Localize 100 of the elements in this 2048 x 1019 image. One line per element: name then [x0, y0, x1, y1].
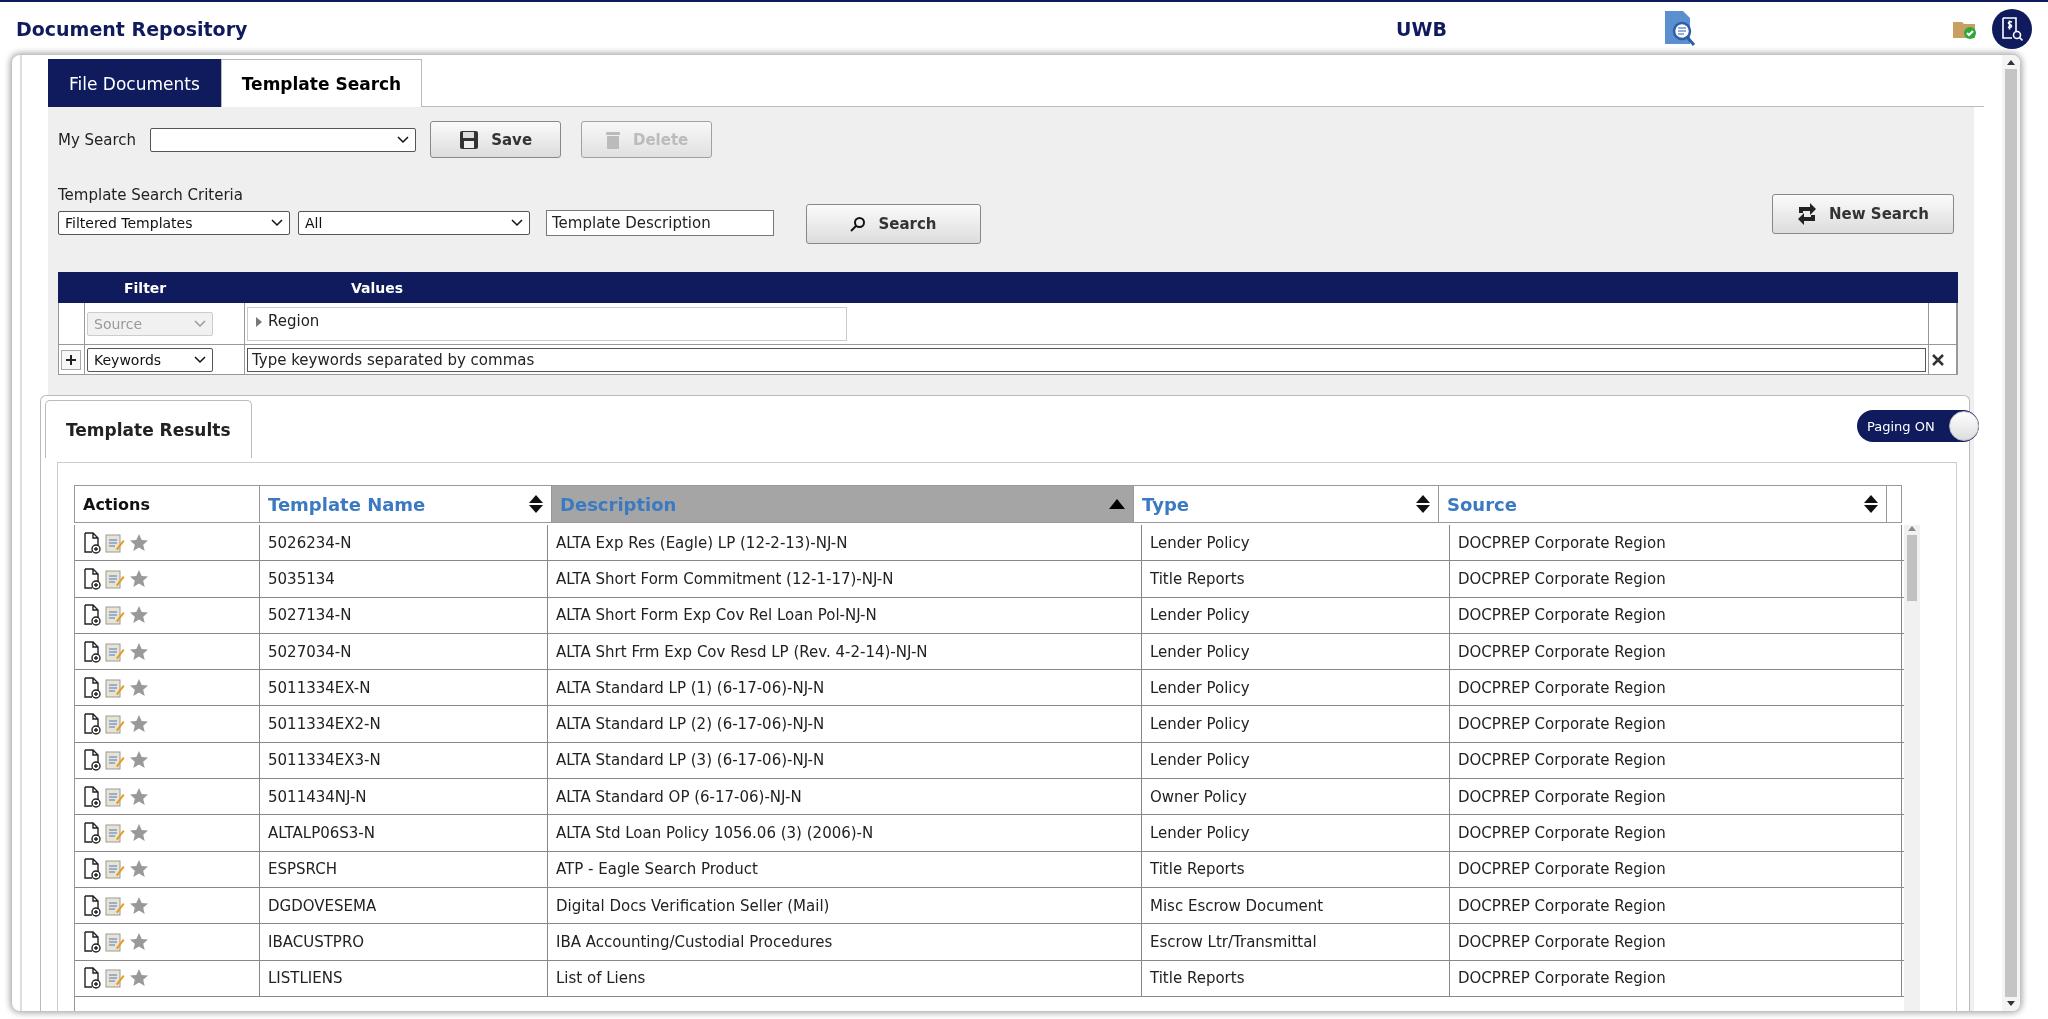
expand-icon	[256, 316, 262, 327]
table-cell: DOCPREP Corporate Region	[1450, 670, 1902, 706]
table-cell: DOCPREP Corporate Region	[1450, 815, 1902, 851]
table-cell: DOCPREP Corporate Region	[1450, 597, 1902, 633]
column-header: Filter	[124, 279, 168, 296]
star-icon[interactable]	[129, 677, 149, 698]
add-document-icon[interactable]	[83, 967, 101, 990]
scrollbar[interactable]	[1904, 525, 1920, 1011]
add-document-icon[interactable]	[83, 749, 101, 772]
keywords-field[interactable]: Type keywords separated by commas	[247, 347, 1926, 372]
sort-icon[interactable]	[529, 495, 543, 513]
star-icon[interactable]	[129, 859, 149, 880]
add-document-icon[interactable]	[83, 567, 101, 590]
star-icon[interactable]	[129, 641, 149, 662]
tab[interactable]: File Documents	[48, 59, 221, 107]
star-icon[interactable]	[129, 823, 149, 843]
sort-icon[interactable]	[1864, 495, 1878, 513]
table-cell: 5027034-N	[260, 633, 548, 670]
close-icon[interactable]	[1931, 352, 1945, 367]
trash-can-icon	[604, 129, 621, 150]
table-cell: ALTALP06S3-N	[260, 815, 548, 851]
add-document-icon[interactable]	[83, 713, 101, 736]
user-avatar[interactable]	[1992, 8, 2032, 49]
table-cell: DGDOVESEMA	[260, 887, 548, 924]
table-cell: IBACUSTPRO	[260, 924, 548, 960]
table-cell: Title Reports	[1142, 960, 1450, 996]
star-icon[interactable]	[129, 532, 149, 553]
table-cell: ALTA Std Loan Policy 1056.06 (3) (2006)-N	[548, 815, 1142, 851]
star-icon[interactable]	[129, 786, 149, 807]
table-cell: 5011334EX2-N	[260, 706, 548, 742]
star-icon[interactable]	[129, 968, 149, 989]
add-document-icon[interactable]	[83, 785, 101, 808]
table-cell: DOCPREP Corporate Region	[1450, 960, 1902, 996]
star-icon[interactable]	[129, 605, 149, 626]
add-document-icon[interactable]	[83, 894, 101, 917]
plus-icon	[66, 354, 76, 365]
table-cell: ALTA Standard LP (1) (6-17-06)-NJ-N	[548, 670, 1142, 706]
scroll-thumb[interactable]	[2005, 69, 2017, 997]
table-cell: DOCPREP Corporate Region	[1450, 887, 1902, 924]
chevron-down-icon	[194, 319, 206, 328]
my-search-label: My Search	[58, 130, 137, 149]
criteria-select[interactable]: Filtered Templates	[58, 211, 290, 235]
table-cell: ALTA Standard LP (2) (6-17-06)-NJ-N	[548, 706, 1142, 742]
criteria-select[interactable]: All	[298, 211, 530, 235]
table-cell: ALTA Shrt Frm Exp Cov Resd LP (Rev. 4-2-14)-NJ-N	[548, 633, 1142, 670]
search-icon	[850, 216, 867, 232]
table-cell: LISTLIENS	[260, 960, 548, 996]
star-icon[interactable]	[129, 750, 149, 771]
search-button[interactable]: Search	[806, 204, 981, 244]
description-field[interactable]: Template Description	[546, 210, 774, 236]
save-button[interactable]: Save	[430, 121, 562, 158]
table-cell: IBA Accounting/Custodial Procedures	[548, 924, 1142, 960]
column-header: Values	[351, 279, 404, 296]
scrollbar[interactable]	[2002, 55, 2020, 1011]
sort-icon[interactable]	[1416, 495, 1430, 513]
table-cell: 5026234-N	[260, 525, 548, 561]
sort-up-icon[interactable]	[1109, 499, 1125, 509]
scroll-down-icon[interactable]	[2007, 1001, 2015, 1007]
table-cell: DOCPREP Corporate Region	[1450, 779, 1902, 815]
table-cell: DOCPREP Corporate Region	[1450, 851, 1902, 887]
invoice-search-icon	[2001, 15, 2023, 42]
scroll-up-icon[interactable]	[2007, 59, 2015, 65]
star-icon[interactable]	[129, 714, 149, 735]
add-document-icon[interactable]	[83, 676, 101, 699]
my-search-select[interactable]	[150, 127, 417, 152]
table-cell: Lender Policy	[1142, 742, 1450, 779]
table-cell: Lender Policy	[1142, 706, 1450, 742]
add-document-icon[interactable]	[83, 604, 101, 627]
table-cell: ATP - Eagle Search Product	[548, 851, 1142, 887]
table-cell: ESPSRCH	[260, 851, 548, 887]
star-icon[interactable]	[129, 568, 149, 589]
table-cell: Lender Policy	[1142, 815, 1450, 851]
company-label: UWB	[1396, 17, 1448, 40]
star-icon[interactable]	[129, 895, 149, 916]
table-cell: ALTA Standard OP (6-17-06)-NJ-N	[548, 779, 1142, 815]
table-cell: Escrow Ltr/Transmittal	[1142, 924, 1450, 960]
table-cell: Lender Policy	[1142, 633, 1450, 670]
add-document-icon[interactable]	[83, 640, 101, 663]
add-document-icon[interactable]	[83, 822, 101, 844]
results-tab[interactable]: Template Results	[45, 400, 252, 458]
table-cell: Lender Policy	[1142, 670, 1450, 706]
tab[interactable]: Template Search	[220, 59, 423, 107]
table-cell: ALTA Short Form Exp Cov Rel Loan Pol-NJ-N	[548, 597, 1142, 633]
add-document-icon[interactable]	[83, 930, 101, 953]
table-cell: DOCPREP Corporate Region	[1450, 525, 1902, 561]
table-cell: 5011434NJ-N	[260, 779, 548, 815]
add-filter-button[interactable]	[61, 349, 81, 370]
paging-toggle[interactable]: Paging ON	[1857, 410, 1979, 442]
criteria-label: Template Search Criteria	[58, 186, 244, 204]
new-search-button[interactable]: New Search	[1772, 194, 1954, 234]
table-cell: Misc Escrow Document	[1142, 887, 1450, 924]
table-cell: 5035134	[260, 561, 548, 597]
table-cell: ALTA Short Form Commitment (12-1-17)-NJ-N	[548, 561, 1142, 597]
star-icon[interactable]	[129, 931, 149, 952]
filter-select[interactable]: Keywords	[87, 347, 213, 372]
chevron-down-icon	[194, 355, 206, 364]
scroll-thumb[interactable]	[1907, 535, 1917, 601]
add-document-icon[interactable]	[83, 531, 101, 554]
chevron-down-icon	[397, 135, 410, 144]
add-document-icon[interactable]	[83, 858, 101, 881]
